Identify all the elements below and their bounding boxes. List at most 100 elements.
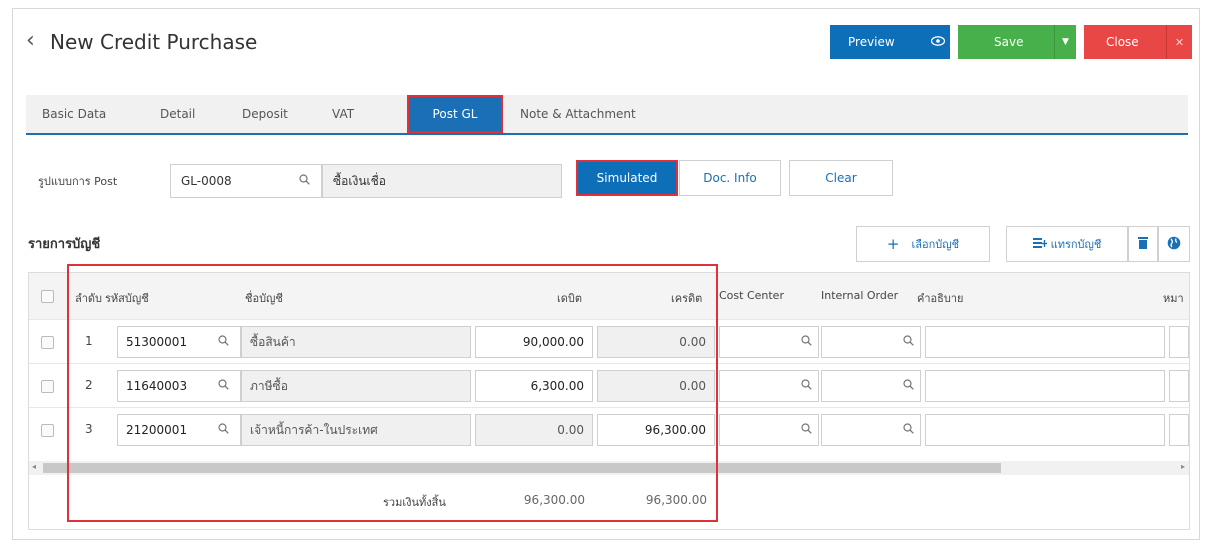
tab-basic-data[interactable]: Basic Data [42, 95, 106, 133]
search-icon[interactable] [801, 335, 812, 349]
cost-center-field[interactable] [719, 414, 819, 446]
search-icon[interactable] [903, 335, 914, 349]
preview-button[interactable]: Preview [830, 25, 950, 59]
row-checkbox[interactable] [41, 424, 54, 437]
tab-vat[interactable]: VAT [332, 95, 354, 133]
account-code-field[interactable]: 21200001 [117, 414, 241, 446]
post-format-name: ซื้อเงินเชื่อ [333, 173, 386, 188]
row-seq: 3 [85, 422, 93, 436]
search-icon[interactable] [218, 379, 229, 393]
accounts-table: ลำดับ รหัสบัญชี ชื่อบัญชี เดบิต เครดิต C… [28, 272, 1190, 530]
chevron-left-icon[interactable]: ‹ [26, 26, 35, 56]
page-title: New Credit Purchase [50, 30, 258, 54]
globe-icon [1167, 236, 1181, 253]
save-button-label: Save [994, 35, 1024, 49]
search-icon[interactable] [903, 423, 914, 437]
row-checkbox[interactable] [41, 380, 54, 393]
tab-detail[interactable]: Detail [160, 95, 195, 133]
account-code-field[interactable]: 11640003 [117, 370, 241, 402]
search-icon[interactable] [218, 335, 229, 349]
tab-post-gl[interactable]: Post GL [407, 95, 503, 133]
post-format-code-field[interactable]: GL-0008 [170, 164, 322, 198]
col-note: หมา [1163, 292, 1184, 305]
col-cost-center: Cost Center [719, 289, 784, 302]
account-code: 11640003 [126, 379, 188, 393]
cost-center-field[interactable] [719, 326, 819, 358]
note-field[interactable] [1169, 326, 1189, 358]
scrollbar-thumb[interactable] [43, 463, 1001, 473]
tab-deposit[interactable]: Deposit [242, 95, 288, 133]
account-name-field: ภาษีซื้อ [241, 370, 471, 402]
close-button[interactable]: Close ✕ [1084, 25, 1192, 59]
tab-note-attachment[interactable]: Note & Attachment [520, 95, 636, 133]
post-format-label: รูปแบบการ Post [38, 175, 118, 188]
table-row: 3 21200001 เจ้าหนี้การค้า-ในประเทศ 0.00 … [29, 407, 1189, 452]
search-icon[interactable] [801, 423, 812, 437]
tab-bar: Basic Data Detail Deposit VAT Post GL No… [26, 95, 1188, 135]
internal-order-field[interactable] [821, 370, 921, 402]
horizontal-scrollbar[interactable]: ◂ ▸ [29, 461, 1189, 475]
col-name: ชื่อบัญชี [245, 292, 283, 305]
scroll-left-icon[interactable]: ◂ [32, 462, 36, 471]
caret-down-icon[interactable]: ▼ [1055, 37, 1076, 47]
select-all-checkbox[interactable] [41, 290, 54, 303]
post-format-code: GL-0008 [181, 174, 232, 188]
internal-order-field[interactable] [821, 326, 921, 358]
search-icon[interactable] [801, 379, 812, 393]
row-seq: 1 [85, 334, 93, 348]
col-seq: ลำดับ [75, 292, 103, 305]
select-account-button[interactable]: + เลือกบัญชี [856, 226, 990, 262]
plus-icon: + [886, 235, 900, 253]
post-format-name-field: ซื้อเงินเชื่อ [322, 164, 562, 198]
doc-info-button[interactable]: Doc. Info [679, 160, 781, 196]
debit-field[interactable]: 6,300.00 [475, 370, 593, 402]
account-name: ภาษีซื้อ [250, 378, 288, 393]
close-button-label: Close [1106, 35, 1139, 49]
credit-field[interactable]: 0.00 [597, 370, 715, 402]
search-icon[interactable] [218, 423, 229, 437]
account-name-field: ซื้อสินค้า [241, 326, 471, 358]
col-internal-order: Internal Order [821, 289, 899, 302]
close-icon[interactable]: ✕ [1167, 36, 1192, 49]
account-code-field[interactable]: 51300001 [117, 326, 241, 358]
description-field[interactable] [925, 414, 1165, 446]
col-credit: เครดิต [671, 292, 703, 305]
insert-account-button[interactable]: แทรกบัญชี [1006, 226, 1128, 262]
col-code: รหัสบัญชี [105, 292, 149, 305]
row-seq: 2 [85, 378, 93, 392]
debit-field[interactable]: 90,000.00 [475, 326, 593, 358]
simulated-button[interactable]: Simulated [576, 160, 678, 196]
scroll-right-icon[interactable]: ▸ [1181, 462, 1185, 471]
account-code: 51300001 [126, 335, 188, 349]
insert-rows-icon [1032, 237, 1047, 252]
account-name: เจ้าหนี้การค้า-ในประเทศ [250, 422, 378, 437]
delete-button[interactable] [1128, 226, 1158, 262]
credit-field[interactable]: 0.00 [597, 326, 715, 358]
total-credit: 96,300.00 [645, 493, 707, 507]
insert-account-label: แทรกบัญชี [1050, 238, 1102, 251]
row-checkbox[interactable] [41, 336, 54, 349]
note-field[interactable] [1169, 370, 1189, 402]
total-debit: 96,300.00 [523, 493, 585, 507]
total-label: รวมเงินทั้งสิ้น [383, 496, 446, 509]
table-header: ลำดับ รหัสบัญชี ชื่อบัญชี เดบิต เครดิต C… [29, 273, 1189, 319]
description-field[interactable] [925, 370, 1165, 402]
search-icon[interactable] [903, 379, 914, 393]
select-account-label: เลือกบัญชี [911, 238, 960, 251]
account-list-title: รายการบัญชี [28, 237, 101, 252]
description-field[interactable] [925, 326, 1165, 358]
save-button[interactable]: Save ▼ [958, 25, 1076, 59]
search-icon[interactable] [299, 174, 310, 188]
table-row: 1 51300001 ซื้อสินค้า 90,000.00 0.00 [29, 319, 1189, 364]
cost-center-field[interactable] [719, 370, 819, 402]
credit-field[interactable]: 96,300.00 [597, 414, 715, 446]
note-field[interactable] [1169, 414, 1189, 446]
preview-button-label: Preview [848, 35, 895, 49]
debit-field[interactable]: 0.00 [475, 414, 593, 446]
globe-button[interactable] [1158, 226, 1190, 262]
clear-button[interactable]: Clear [789, 160, 893, 196]
internal-order-field[interactable] [821, 414, 921, 446]
account-code: 21200001 [126, 423, 188, 437]
col-debit: เดบิต [557, 292, 583, 305]
totals-row: รวมเงินทั้งสิ้น 96,300.00 96,300.00 [29, 475, 1189, 529]
